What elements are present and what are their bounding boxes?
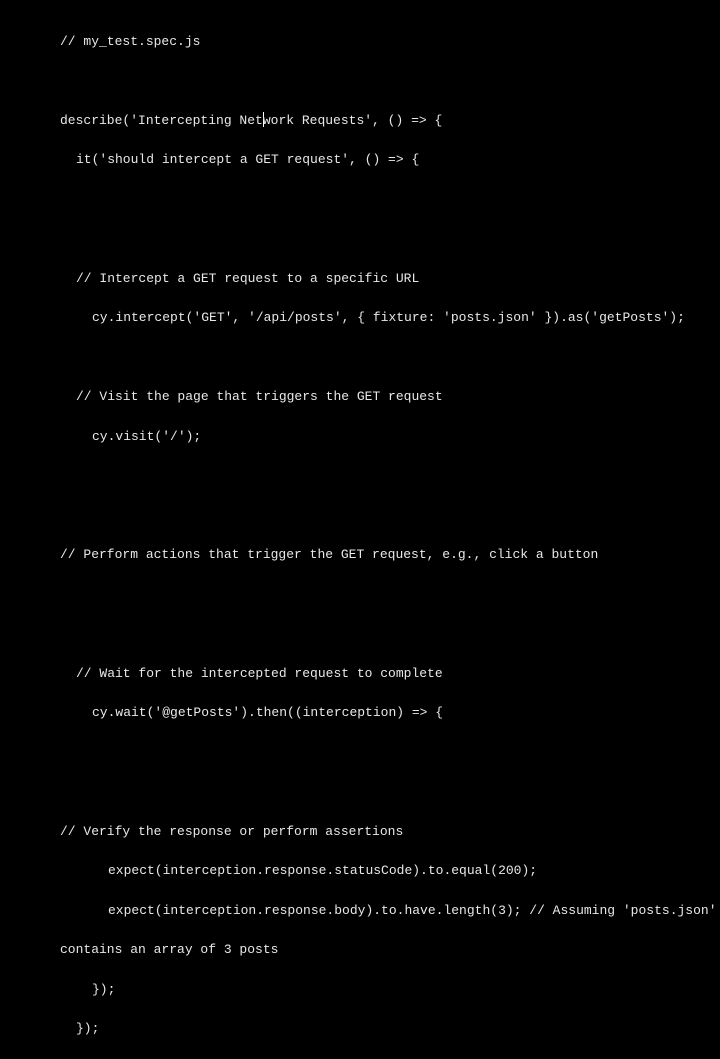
code-line bbox=[0, 466, 720, 486]
code-text: work Requests', () => { bbox=[263, 113, 442, 128]
code-line: }); bbox=[0, 980, 720, 1000]
code-text: }); bbox=[92, 982, 115, 997]
code-line: cy.visit('/'); bbox=[0, 427, 720, 447]
code-line bbox=[0, 229, 720, 249]
code-line: // Intercept a GET request to a specific… bbox=[0, 269, 720, 289]
code-line: it('should intercept a GET request', () … bbox=[0, 150, 720, 170]
code-line: describe('Intercepting Network Requests'… bbox=[0, 111, 720, 131]
code-text: contains an array of 3 posts bbox=[60, 942, 278, 957]
comment-text: // Visit the page that triggers the GET … bbox=[76, 389, 443, 404]
code-text: expect(interception.response.body).to.ha… bbox=[108, 903, 717, 918]
comment-text: // Wait for the intercepted request to c… bbox=[76, 666, 443, 681]
code-line: expect(interception.response.statusCode)… bbox=[0, 861, 720, 881]
code-line bbox=[0, 348, 720, 368]
code-line bbox=[0, 585, 720, 605]
code-line bbox=[0, 190, 720, 210]
code-line: // Wait for the intercepted request to c… bbox=[0, 664, 720, 684]
code-text: }); bbox=[76, 1021, 99, 1036]
code-text: cy.visit('/'); bbox=[92, 429, 201, 444]
comment-text: // Perform actions that trigger the GET … bbox=[60, 547, 598, 562]
code-line bbox=[0, 506, 720, 526]
code-line: cy.wait('@getPosts').then((interception)… bbox=[0, 703, 720, 723]
code-text: expect(interception.response.statusCode)… bbox=[108, 863, 537, 878]
code-editor[interactable]: // my_test.spec.js describe('Interceptin… bbox=[0, 12, 720, 1059]
code-line bbox=[0, 624, 720, 644]
code-line: expect(interception.response.body).to.ha… bbox=[0, 901, 720, 921]
code-line: cy.intercept('GET', '/api/posts', { fixt… bbox=[0, 308, 720, 328]
code-line: // Verify the response or perform assert… bbox=[0, 822, 720, 842]
code-line bbox=[0, 71, 720, 91]
code-text: cy.intercept('GET', '/api/posts', { fixt… bbox=[92, 310, 685, 325]
comment-text: // Intercept a GET request to a specific… bbox=[76, 271, 419, 286]
comment-text: // Verify the response or perform assert… bbox=[60, 824, 403, 839]
code-line: // Perform actions that trigger the GET … bbox=[0, 545, 720, 565]
code-line: contains an array of 3 posts bbox=[0, 940, 720, 960]
code-text: it('should intercept a GET request', () … bbox=[76, 152, 419, 167]
code-line: }); bbox=[0, 1019, 720, 1039]
comment-text: // my_test.spec.js bbox=[60, 34, 200, 49]
code-line: // my_test.spec.js bbox=[0, 32, 720, 52]
code-line bbox=[0, 743, 720, 763]
code-line bbox=[0, 782, 720, 802]
code-line: // Visit the page that triggers the GET … bbox=[0, 387, 720, 407]
code-text: cy.wait('@getPosts').then((interception)… bbox=[92, 705, 443, 720]
code-text: describe('Intercepting Net bbox=[60, 113, 263, 128]
